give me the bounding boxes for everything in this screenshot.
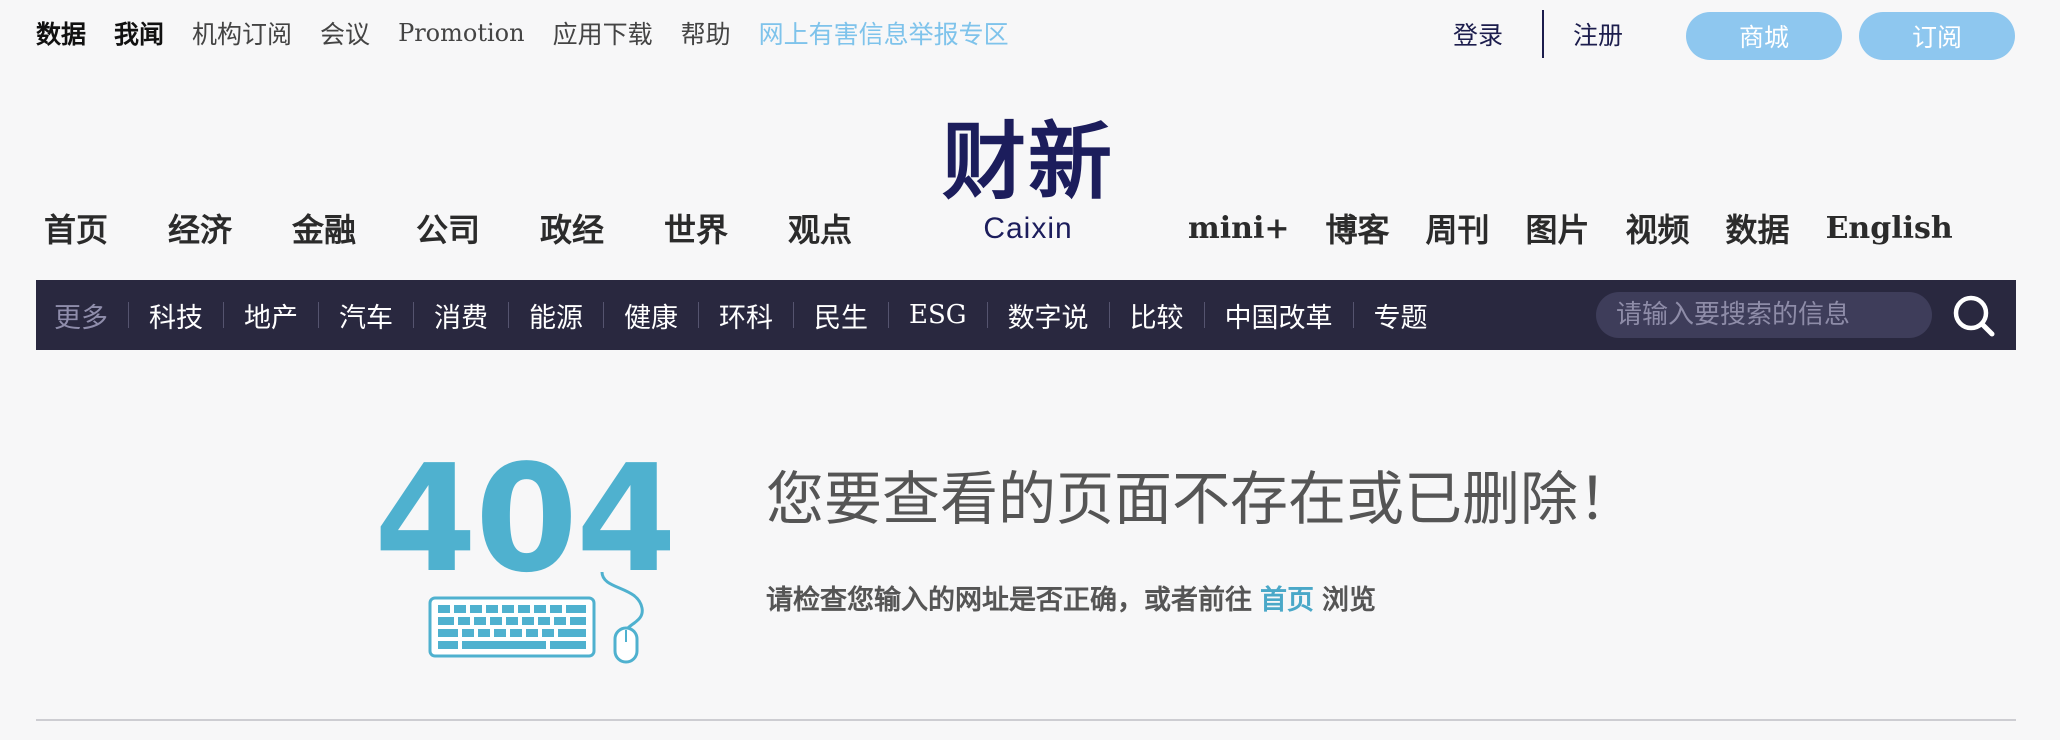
- search-button[interactable]: [1950, 292, 1996, 338]
- logo-chinese: 财新: [941, 112, 1114, 211]
- keyboard-icon: [428, 596, 596, 658]
- nav-weekly[interactable]: 周刊: [1426, 205, 1490, 251]
- subnav-auto[interactable]: 汽车: [319, 296, 413, 335]
- nav-mini-plus[interactable]: mini+: [1188, 211, 1289, 246]
- subnav-esg[interactable]: ESG: [889, 300, 987, 330]
- error-code: 404: [374, 440, 670, 605]
- subnav-more[interactable]: 更多: [36, 296, 128, 335]
- nav-finance[interactable]: 金融: [292, 205, 416, 251]
- error-desc-lead: 请检查您输入的网址是否正确，或者前往: [766, 585, 1252, 616]
- error-title: 您要查看的页面不存在或已删除！: [766, 465, 1637, 533]
- mall-button[interactable]: 商城: [1686, 12, 1842, 60]
- logo-english: Caixin: [983, 212, 1073, 245]
- top-bar: 数据 我闻 机构订阅 会议 Promotion 应用下载 帮助 网上有害信息举报…: [36, 0, 1037, 66]
- login-link[interactable]: 登录: [1428, 16, 1528, 52]
- subnav-environment[interactable]: 环科: [699, 296, 793, 335]
- subnav-health[interactable]: 健康: [604, 296, 698, 335]
- top-link-news[interactable]: 我闻: [114, 15, 164, 51]
- secondary-nav-bar: 更多 科技 地产 汽车 消费 能源 健康 环科 民生 ESG 数字说 比较 中国…: [36, 280, 2016, 350]
- nav-opinion[interactable]: 观点: [788, 205, 912, 251]
- nav-home[interactable]: 首页: [44, 205, 168, 251]
- subnav-livelihood[interactable]: 民生: [794, 296, 888, 335]
- top-link-data[interactable]: 数据: [36, 15, 86, 51]
- nav-blog[interactable]: 博客: [1325, 205, 1389, 251]
- subnav-consumer[interactable]: 消费: [414, 296, 508, 335]
- subnav-tech[interactable]: 科技: [129, 296, 223, 335]
- nav-video[interactable]: 视频: [1626, 205, 1690, 251]
- register-link[interactable]: 注册: [1558, 16, 1638, 52]
- subnav-property[interactable]: 地产: [224, 296, 318, 335]
- subscribe-button[interactable]: 订阅: [1859, 12, 2015, 60]
- nav-data[interactable]: 数据: [1726, 205, 1790, 251]
- auth-links: 登录 注册: [1428, 8, 1638, 60]
- error-illustration: 404: [370, 433, 679, 670]
- nav-world[interactable]: 世界: [664, 205, 788, 251]
- top-link-report-harmful-info[interactable]: 网上有害信息举报专区: [759, 15, 1009, 51]
- error-desc-tail: 浏览: [1322, 585, 1376, 616]
- main-nav-left: 首页 经济 金融 公司 政经 世界 观点: [44, 200, 912, 256]
- nav-english[interactable]: English: [1826, 211, 1953, 246]
- auth-divider: [1542, 10, 1544, 58]
- subnav-digital[interactable]: 数字说: [988, 296, 1109, 335]
- nav-companies[interactable]: 公司: [416, 205, 540, 251]
- caixin-logo[interactable]: 财新 Caixin: [916, 112, 1140, 262]
- main-nav-right: mini+ 博客 周刊 图片 视频 数据 English: [1188, 200, 1989, 256]
- top-link-help[interactable]: 帮助: [681, 15, 731, 51]
- footer-divider: [36, 719, 2016, 721]
- top-link-promotion[interactable]: Promotion: [398, 19, 525, 47]
- subnav-special[interactable]: 专题: [1354, 296, 1448, 335]
- search-input[interactable]: [1596, 292, 1932, 338]
- nav-photos[interactable]: 图片: [1526, 205, 1590, 251]
- nav-economy[interactable]: 经济: [168, 205, 292, 251]
- subnav-compare[interactable]: 比较: [1110, 296, 1204, 335]
- search-icon: [1953, 295, 1995, 337]
- top-link-conference[interactable]: 会议: [320, 15, 370, 51]
- nav-politics[interactable]: 政经: [540, 205, 664, 251]
- home-link[interactable]: 首页: [1260, 578, 1314, 617]
- subnav-china-reform[interactable]: 中国改革: [1205, 296, 1353, 335]
- top-link-app-download[interactable]: 应用下载: [553, 15, 653, 51]
- error-description: 请检查您输入的网址是否正确，或者前往 首页 浏览: [766, 578, 1376, 617]
- top-link-institution-subscription[interactable]: 机构订阅: [192, 15, 292, 51]
- subnav-energy[interactable]: 能源: [509, 296, 603, 335]
- mouse-icon: [613, 626, 639, 664]
